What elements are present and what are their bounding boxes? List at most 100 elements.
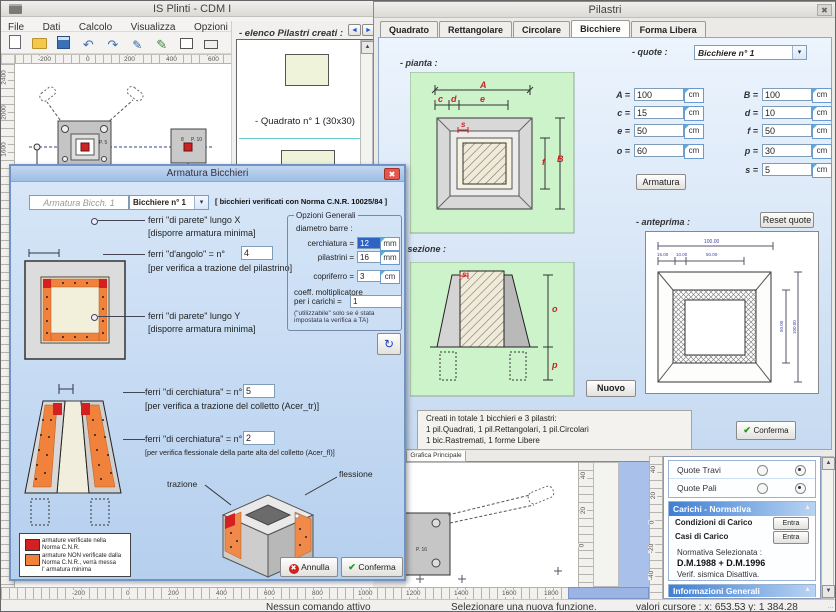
anteprima-drawing: 100.00 15.00 10.00 50.00 50.00 100.00 xyxy=(646,232,818,393)
copriferro-field[interactable] xyxy=(357,270,381,282)
preview-dim: 50.00 xyxy=(779,320,784,332)
tab-bicchiere[interactable]: Bicchiere xyxy=(571,20,630,38)
tab-forma-libera[interactable]: Forma Libera xyxy=(631,21,706,37)
chevron-down-icon[interactable]: ▾ xyxy=(194,196,208,209)
cerch-tr-label: ferri "di cerchiatura" = n° xyxy=(145,387,242,397)
scroll-down-icon[interactable]: ▼ xyxy=(822,585,835,598)
ferri-angolo-field[interactable] xyxy=(241,246,273,260)
armatura-button[interactable]: Armatura xyxy=(636,174,686,190)
open-folder-icon[interactable] xyxy=(30,35,48,53)
secondary-scroll-track[interactable] xyxy=(593,462,619,587)
coeff-field[interactable] xyxy=(350,295,402,308)
draw-pencil-icon[interactable]: ✎ xyxy=(153,36,171,54)
dialog-title: Armatura Bicchieri xyxy=(11,168,404,179)
informazioni-generali-header[interactable]: Informazioni Generali ▲ xyxy=(669,585,815,597)
field-A[interactable] xyxy=(634,88,684,101)
info-line: Creati in totale 1 bicchieri e 3 pilastr… xyxy=(426,414,557,423)
quote-pali-row[interactable]: Quote Pali xyxy=(669,479,815,497)
rectangle-icon[interactable] xyxy=(202,36,220,54)
ruler-label: 2400 xyxy=(1,70,8,84)
dialog-titlebar[interactable]: Armatura Bicchieri ✖ xyxy=(11,166,404,182)
armatura-name-field[interactable] xyxy=(29,195,129,210)
field-label-e: e = xyxy=(614,126,630,136)
condizioni-entra-button[interactable]: Entra xyxy=(773,517,809,530)
unit-f: cm xyxy=(812,124,832,139)
list-item-label[interactable]: - Quadrato n° 1 (30x30) xyxy=(245,116,365,127)
quote-label: - quote : xyxy=(632,47,668,57)
dim-e: e xyxy=(480,94,485,104)
reset-quote-button[interactable]: Reset quote xyxy=(760,212,814,228)
field-s[interactable] xyxy=(762,163,812,176)
zoom-box-icon[interactable] xyxy=(177,35,195,53)
legend-text: armature NON verificate dalla xyxy=(42,553,121,560)
quote-travi-radio-off[interactable] xyxy=(757,465,768,476)
pianta-label: - pianta : xyxy=(400,58,438,68)
dim-f: f xyxy=(542,157,545,167)
ferri-y-note: [disporre armatura minima] xyxy=(148,324,256,334)
quote-travi-radio-on[interactable] xyxy=(795,465,806,476)
field-c[interactable] xyxy=(634,106,684,119)
tab-quadrato[interactable]: Quadrato xyxy=(380,21,438,37)
dock-scrollbar[interactable]: ▲ ▼ xyxy=(821,456,834,599)
leader-node xyxy=(91,218,98,225)
conferma-label: Conferma xyxy=(753,426,788,435)
collapse-icon[interactable]: ▲ xyxy=(804,586,811,593)
hscroll-thumb[interactable] xyxy=(568,587,649,599)
resize-grip-icon[interactable]: … xyxy=(827,603,834,610)
field-o[interactable] xyxy=(634,144,684,157)
annulla-button[interactable]: ✖ Annulla xyxy=(280,557,338,577)
casi-entra-button[interactable]: Entra xyxy=(773,531,809,544)
leader-node xyxy=(91,314,98,321)
ruler-label: 40 xyxy=(650,466,657,473)
edit-sheet-icon[interactable]: ✎ xyxy=(128,36,146,54)
save-icon[interactable] xyxy=(55,34,73,52)
tab-rettangolare[interactable]: Rettangolare xyxy=(439,21,512,37)
collapse-icon[interactable]: ▲ xyxy=(804,504,811,511)
field-e[interactable] xyxy=(634,124,684,137)
close-icon[interactable]: ✖ xyxy=(817,4,832,16)
unit-p: cm xyxy=(812,144,832,159)
quote-pali-radio-on[interactable] xyxy=(795,483,806,494)
carichi-group: Carichi - Normativa ▲ Condizioni di Cari… xyxy=(668,501,816,581)
apply-icon[interactable]: ↻ xyxy=(377,333,401,355)
close-icon[interactable]: ✖ xyxy=(384,168,400,180)
ruler-label: 20 xyxy=(650,492,657,499)
field-label-p: p = xyxy=(742,146,758,156)
bicchiere-combobox[interactable]: Bicchiere n° 1 ▾ xyxy=(129,195,209,210)
ruler-label: -40 xyxy=(648,571,655,580)
field-d[interactable] xyxy=(762,106,812,119)
status-command: Nessun comando attivo xyxy=(266,602,371,612)
coeff-label-2: per i carichi = xyxy=(294,297,342,306)
carichi-normativa-header[interactable]: Carichi - Normativa ▲ xyxy=(669,502,815,516)
pilastri-conferma-button[interactable]: ✔ Conferma xyxy=(736,421,796,440)
informazioni-group: Informazioni Generali ▲ xyxy=(668,584,816,597)
undo-icon[interactable]: ↶ xyxy=(79,36,97,54)
field-p[interactable] xyxy=(762,144,812,157)
cerch-fl-field[interactable] xyxy=(243,431,275,445)
field-f[interactable] xyxy=(762,124,812,137)
secondary-canvas[interactable]: P. 16 xyxy=(406,462,578,587)
quote-travi-row[interactable]: Quote Travi xyxy=(669,461,815,479)
pianta-drawing xyxy=(410,72,575,234)
ruler-label: 200 xyxy=(167,590,180,597)
grafica-principale-tab[interactable]: Grafica Principale xyxy=(406,451,466,462)
cerch-tr-field[interactable] xyxy=(243,384,275,398)
field-B[interactable] xyxy=(762,88,812,101)
pilastri-window: Pilastri ✖ QuadratoRettangolareCircolare… xyxy=(373,1,836,462)
cerchiatura-field[interactable] xyxy=(357,237,381,249)
prev-arrow-button[interactable]: ◄ xyxy=(348,24,361,36)
nuovo-button[interactable]: Nuovo xyxy=(586,380,636,397)
redo-icon[interactable]: ↷ xyxy=(104,36,122,54)
copriferro-label: copriferro = xyxy=(296,272,354,281)
sezione-canvas xyxy=(410,262,575,397)
scroll-up-icon[interactable]: ▲ xyxy=(822,457,835,470)
tab-circolare[interactable]: Circolare xyxy=(513,21,570,37)
new-file-icon[interactable] xyxy=(6,33,24,51)
dialog-conferma-button[interactable]: ✔ Conferma xyxy=(341,557,403,577)
pilastro-thumbnail[interactable] xyxy=(285,54,329,86)
quote-combobox[interactable]: Bicchiere n° 1 ▾ xyxy=(694,45,807,60)
pilastrini-field[interactable] xyxy=(357,251,381,263)
chevron-down-icon[interactable]: ▾ xyxy=(792,46,806,59)
tertiary-ruler: 40 20 0 -20 -40 xyxy=(649,456,663,599)
quote-pali-radio-off[interactable] xyxy=(757,483,768,494)
